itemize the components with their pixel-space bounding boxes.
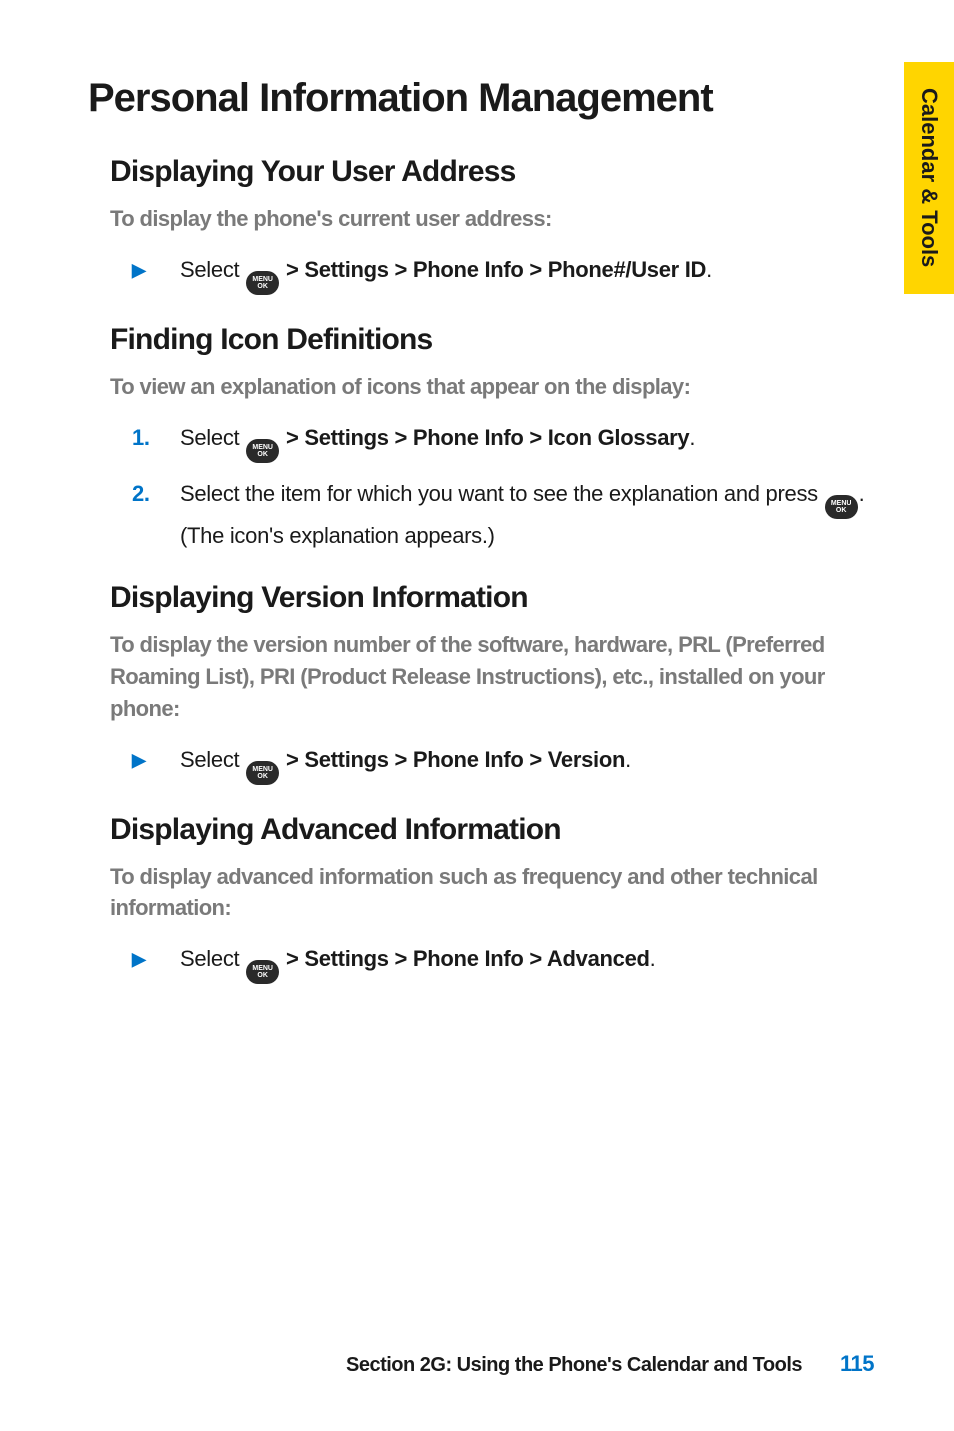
section-heading: Finding Icon Definitions	[88, 323, 874, 357]
triangle-bullet-icon: ▶	[132, 743, 180, 775]
step-text-bold: > Settings > Phone Info > Version	[280, 747, 625, 772]
step-text-after: .	[689, 425, 695, 450]
page: Calendar & Tools Personal Information Ma…	[0, 0, 954, 1431]
step-text-bold: > Settings > Phone Info > Icon Glossary	[280, 425, 689, 450]
step-content: Select the item for which you want to se…	[180, 477, 874, 553]
step: 2. Select the item for which you want to…	[88, 477, 874, 553]
step-text-after: .	[650, 946, 656, 971]
step-text-after: .	[706, 257, 712, 282]
step-number: 1.	[132, 421, 180, 455]
step: ▶ Select MENUOK > Settings > Phone Info …	[88, 942, 874, 984]
section-icon-definitions: Finding Icon Definitions To view an expl…	[88, 323, 874, 553]
step: ▶ Select MENUOK > Settings > Phone Info …	[88, 743, 874, 785]
step-text-before: Select the item for which you want to se…	[180, 481, 824, 506]
menu-ok-label: MENUOK	[252, 965, 273, 979]
step-text-bold: > Settings > Phone Info > Advanced	[280, 946, 649, 971]
step-content: Select MENUOK > Settings > Phone Info > …	[180, 421, 874, 463]
step-content: Select MENUOK > Settings > Phone Info > …	[180, 942, 874, 984]
menu-ok-label: MENUOK	[252, 444, 273, 458]
step-text-bold: > Settings > Phone Info > Phone#/User ID	[280, 257, 706, 282]
page-title: Personal Information Management	[88, 76, 874, 121]
menu-ok-icon: MENUOK	[246, 439, 279, 463]
step-text-before: Select	[180, 747, 245, 772]
side-tab: Calendar & Tools	[904, 62, 954, 294]
step-number: 2.	[132, 477, 180, 511]
step-content: Select MENUOK > Settings > Phone Info > …	[180, 253, 874, 295]
footer-page-number: 115	[840, 1351, 874, 1377]
section-intro: To display advanced information such as …	[88, 861, 874, 925]
step: 1. Select MENUOK > Settings > Phone Info…	[88, 421, 874, 463]
menu-ok-icon: MENUOK	[825, 495, 858, 519]
step-text-before: Select	[180, 257, 245, 282]
section-heading: Displaying Your User Address	[88, 155, 874, 189]
step-text-before: Select	[180, 946, 245, 971]
section-intro: To display the phone's current user addr…	[88, 203, 874, 235]
side-tab-label: Calendar & Tools	[916, 88, 942, 267]
section-version-info: Displaying Version Information To displa…	[88, 581, 874, 785]
section-heading: Displaying Advanced Information	[88, 813, 874, 847]
triangle-bullet-icon: ▶	[132, 942, 180, 974]
section-intro: To view an explanation of icons that app…	[88, 371, 874, 403]
menu-ok-label: MENUOK	[252, 766, 273, 780]
section-user-address: Displaying Your User Address To display …	[88, 155, 874, 295]
step: ▶ Select MENUOK > Settings > Phone Info …	[88, 253, 874, 295]
footer: Section 2G: Using the Phone's Calendar a…	[0, 1351, 954, 1377]
section-heading: Displaying Version Information	[88, 581, 874, 615]
menu-ok-icon: MENUOK	[246, 960, 279, 984]
menu-ok-label: MENUOK	[252, 276, 273, 290]
section-advanced-info: Displaying Advanced Information To displ…	[88, 813, 874, 985]
menu-ok-icon: MENUOK	[246, 761, 279, 785]
menu-ok-icon: MENUOK	[246, 271, 279, 295]
step-text-before: Select	[180, 425, 245, 450]
triangle-bullet-icon: ▶	[132, 253, 180, 285]
section-intro: To display the version number of the sof…	[88, 629, 874, 725]
step-content: Select MENUOK > Settings > Phone Info > …	[180, 743, 874, 785]
step-text-after: .	[625, 747, 631, 772]
footer-text: Section 2G: Using the Phone's Calendar a…	[346, 1354, 802, 1377]
menu-ok-label: MENUOK	[831, 500, 852, 514]
